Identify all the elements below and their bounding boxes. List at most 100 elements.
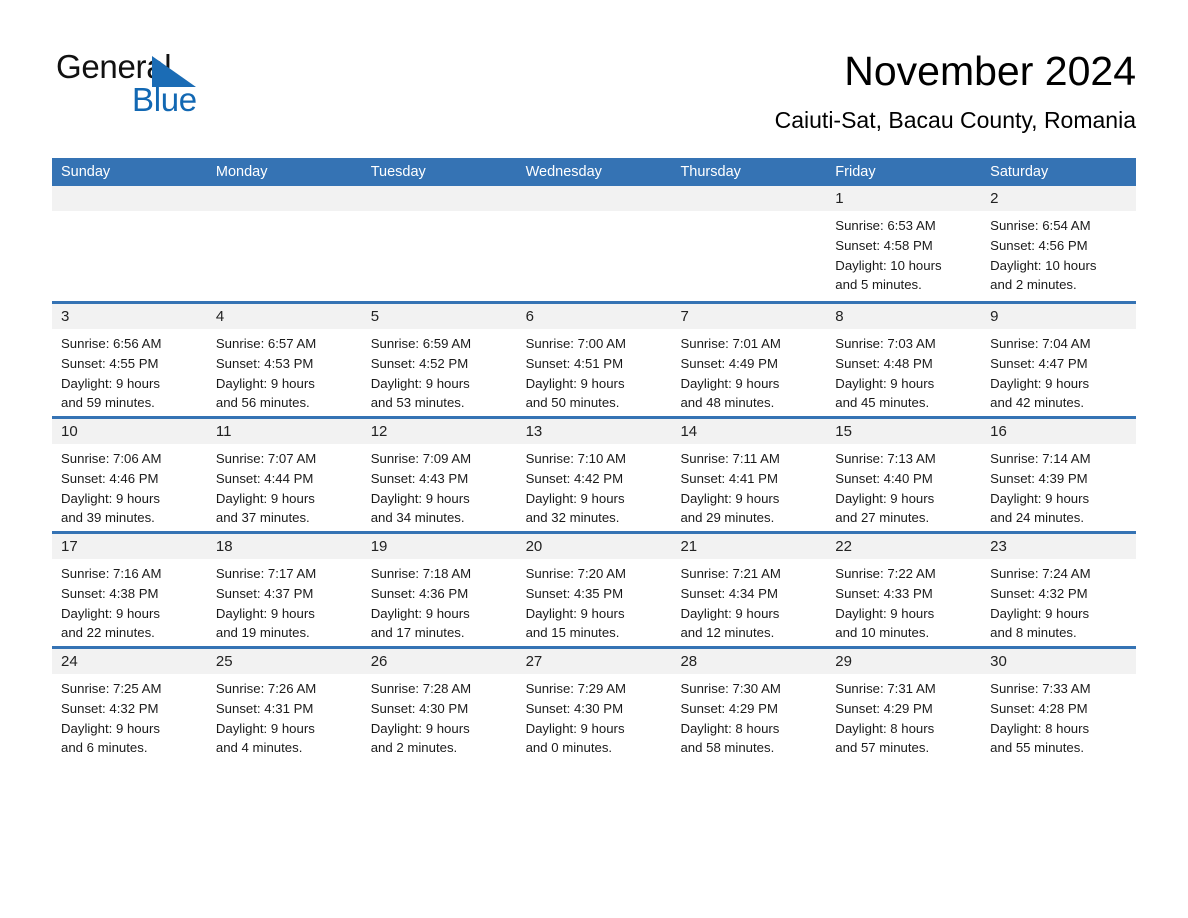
week-row: 17 Sunrise: 7:16 AM Sunset: 4:38 PM Dayligh… [52,531,1136,646]
day-cell[interactable]: 24 Sunrise: 7:25 AM Sunset: 4:32 PM Dayligh… [52,649,207,761]
daylight-text-line1: Daylight: 9 hours [990,490,1090,506]
day-cell[interactable]: 18 Sunrise: 7:17 AM Sunset: 4:37 PM Dayligh… [207,534,362,646]
daylight-text-line2: and 24 minutes. [990,510,1084,526]
week-row-inner: 3 Sunrise: 6:56 AM Sunset: 4:55 PM Daylight… [52,304,1136,416]
day-cell[interactable]: 27 Sunrise: 7:29 AM Sunset: 4:30 PM Dayligh… [517,649,672,761]
day-cell[interactable]: 29 Sunrise: 7:31 AM Sunset: 4:29 PM Dayligh… [826,649,981,761]
sunset-text: Sunset: 4:38 PM [61,585,159,601]
page-header: General Blue November 2024 Caiuti-Sat, B… [0,0,1188,133]
day-cell[interactable]: 11 Sunrise: 7:07 AM Sunset: 4:44 PM Dayligh… [207,419,362,531]
week-row-inner: 10 Sunrise: 7:06 AM Sunset: 4:46 PM Dayligh… [52,419,1136,531]
day-cell[interactable]: 6 Sunrise: 7:00 AM Sunset: 4:51 PM Daylight… [517,304,672,416]
general-blue-logo[interactable]: General Blue [56,50,316,124]
day-cell[interactable]: 19 Sunrise: 7:18 AM Sunset: 4:36 PM Dayligh… [362,534,517,646]
sunset-text: Sunset: 4:40 PM [835,470,933,486]
day-cell[interactable]: 14 Sunrise: 7:11 AM Sunset: 4:41 PM Dayligh… [671,419,826,531]
daylight-text-line1: Daylight: 9 hours [370,720,470,736]
day-number: 18 [215,538,233,555]
day-cell[interactable]: 8 Sunrise: 7:03 AM Sunset: 4:48 PM Daylight… [826,304,981,416]
calendar-page: General Blue November 2024 Caiuti-Sat, B… [0,0,1188,918]
day-info: Sunrise: 7:29 AM Sunset: 4:30 PM Daylight:… [526,674,672,758]
sunset-text: Sunset: 4:47 PM [990,355,1088,371]
daylight-text-line1: Daylight: 9 hours [215,720,315,736]
day-cell[interactable]: 17 Sunrise: 7:16 AM Sunset: 4:38 PM Dayligh… [52,534,207,646]
day-cell[interactable]: 4 Sunrise: 6:57 AM Sunset: 4:53 PM Daylight… [207,304,362,416]
daylight-text-line1: Daylight: 9 hours [61,490,160,506]
sunrise-text: Sunrise: 7:10 AM [525,451,627,466]
day-cell[interactable]: 12 Sunrise: 7:09 AM Sunset: 4:43 PM Dayligh… [362,419,517,531]
daylight-text-line2: and 17 minutes. [370,625,465,641]
sunrise-text: Sunrise: 7:26 AM [215,681,317,696]
daylight-text-line2: and 22 minutes. [61,625,155,641]
sunset-text: Sunset: 4:35 PM [525,585,624,601]
day-cell[interactable]: 15 Sunrise: 7:13 AM Sunset: 4:40 PM Dayligh… [826,419,981,531]
day-info: Sunrise: 7:11 AM Sunset: 4:41 PM Daylight:… [680,444,826,528]
day-info: Sunrise: 7:24 AM Sunset: 4:32 PM Daylight:… [990,559,1136,643]
day-cell[interactable]: 5 Sunrise: 6:59 AM Sunset: 4:52 PM Daylight… [362,304,517,416]
sunset-text: Sunset: 4:32 PM [990,585,1088,601]
daylight-text-line1: Daylight: 9 hours [215,375,315,391]
day-number: 28 [680,653,698,670]
day-cell[interactable]: 23 Sunrise: 7:24 AM Sunset: 4:32 PM Dayligh… [981,534,1136,646]
day-cell[interactable]: 16 Sunrise: 7:14 AM Sunset: 4:39 PM Dayligh… [981,419,1136,531]
daylight-text-line1: Daylight: 9 hours [680,375,780,391]
day-cell[interactable]: 1 Sunrise: 6:53 AM Sunset: 4:58 PM Daylight… [826,186,981,301]
daylight-text-line2: and 50 minutes. [525,395,620,411]
day-cell[interactable]: 13 Sunrise: 7:10 AM Sunset: 4:42 PM Dayligh… [517,419,672,531]
sunrise-text: Sunrise: 7:03 AM [835,336,936,351]
daylight-text-line1: Daylight: 9 hours [835,605,935,621]
sunrise-text: Sunrise: 7:04 AM [990,336,1091,351]
daylight-text-line1: Daylight: 9 hours [215,490,315,506]
day-info: Sunrise: 7:07 AM Sunset: 4:44 PM Daylight:… [216,444,362,528]
day-number [216,186,362,211]
day-info: Sunrise: 7:22 AM Sunset: 4:33 PM Daylight:… [835,559,981,643]
daylight-text-line2: and 39 minutes. [61,510,155,526]
sunrise-text: Sunrise: 7:11 AM [680,451,780,466]
day-info: Sunrise: 7:13 AM Sunset: 4:40 PM Daylight:… [835,444,981,528]
sunrise-text: Sunrise: 6:59 AM [370,336,472,351]
sunrise-text: Sunrise: 7:28 AM [370,681,472,696]
sunset-text: Sunset: 4:52 PM [370,355,469,371]
day-number: 4 [215,308,225,325]
day-cell[interactable]: 28 Sunrise: 7:30 AM Sunset: 4:29 PM Dayligh… [671,649,826,761]
daylight-text-line1: Daylight: 9 hours [61,375,160,391]
sunrise-text: Sunrise: 7:14 AM [990,451,1091,466]
daylight-text-line1: Daylight: 8 hours [680,720,780,736]
day-number: 13 [525,423,543,440]
daylight-text-line2: and 2 minutes. [370,740,458,756]
daylight-text-line2: and 19 minutes. [215,625,310,641]
sunset-text: Sunset: 4:56 PM [990,237,1088,253]
day-cell[interactable]: 26 Sunrise: 7:28 AM Sunset: 4:30 PM Dayligh… [362,649,517,761]
day-cell[interactable]: 7 Sunrise: 7:01 AM Sunset: 4:49 PM Daylight… [671,304,826,416]
day-cell[interactable]: 10 Sunrise: 7:06 AM Sunset: 4:46 PM Dayligh… [52,419,207,531]
day-cell[interactable]: 2 Sunrise: 6:54 AM Sunset: 4:56 PM Daylight… [981,186,1136,301]
sunset-text: Sunset: 4:30 PM [525,700,624,716]
sunset-text: Sunset: 4:58 PM [835,237,933,253]
week-row-inner: 17 Sunrise: 7:16 AM Sunset: 4:38 PM Dayligh… [52,534,1136,646]
day-cell[interactable]: 9 Sunrise: 7:04 AM Sunset: 4:47 PM Daylight… [981,304,1136,416]
week-row: 1 Sunrise: 6:53 AM Sunset: 4:58 PM Daylight… [52,186,1136,301]
sunrise-text: Sunrise: 7:25 AM [61,681,162,696]
day-cell[interactable]: 30 Sunrise: 7:33 AM Sunset: 4:28 PM Dayligh… [981,649,1136,761]
sunrise-text: Sunrise: 7:30 AM [680,681,781,696]
day-number: 17 [61,538,78,555]
sunset-text: Sunset: 4:39 PM [990,470,1088,486]
day-number: 19 [370,538,388,555]
day-cell[interactable]: 22 Sunrise: 7:22 AM Sunset: 4:33 PM Dayligh… [826,534,981,646]
daylight-text-line1: Daylight: 9 hours [525,490,625,506]
title-block: November 2024 Caiuti-Sat, Bacau County, … [436,48,1136,135]
day-info: Sunrise: 7:31 AM Sunset: 4:29 PM Daylight:… [835,674,981,758]
day-cell[interactable]: 25 Sunrise: 7:26 AM Sunset: 4:31 PM Dayligh… [207,649,362,761]
sunset-text: Sunset: 4:43 PM [370,470,469,486]
daylight-text-line1: Daylight: 9 hours [525,605,625,621]
day-cell[interactable]: 3 Sunrise: 6:56 AM Sunset: 4:55 PM Daylight… [52,304,207,416]
day-number: 25 [215,653,233,670]
week-row: 3 Sunrise: 6:56 AM Sunset: 4:55 PM Daylight… [52,301,1136,416]
day-number: 29 [835,653,852,670]
daylight-text-line1: Daylight: 9 hours [525,720,625,736]
day-number: 14 [680,423,698,440]
daylight-text-line2: and 15 minutes. [525,625,620,641]
day-cell[interactable]: 20 Sunrise: 7:20 AM Sunset: 4:35 PM Dayligh… [517,534,672,646]
day-cell[interactable]: 21 Sunrise: 7:21 AM Sunset: 4:34 PM Dayligh… [671,534,826,646]
day-number: 3 [61,308,70,325]
